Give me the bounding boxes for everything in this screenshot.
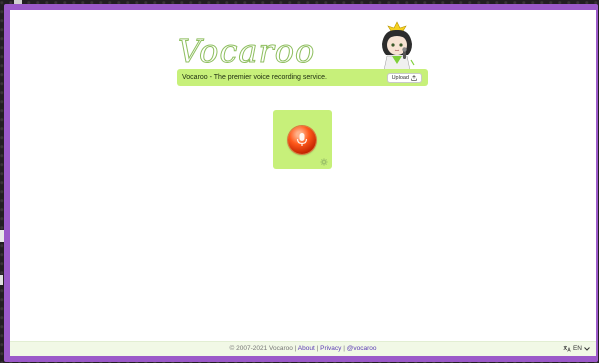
chevron-down-icon <box>584 346 590 351</box>
vocaroo-logo[interactable]: Vocaroo <box>177 32 315 71</box>
footer-links: © 2007-2021 Vocaroo | About | Privacy | … <box>10 345 596 352</box>
tagline-text: Vocaroo - The premier voice recording se… <box>182 74 327 81</box>
mascot-illustration <box>382 21 415 76</box>
gear-icon[interactable] <box>320 158 328 166</box>
privacy-link[interactable]: Privacy <box>320 345 341 352</box>
footer: © 2007-2021 Vocaroo | About | Privacy | … <box>10 341 596 356</box>
desktop-fragment <box>0 275 3 285</box>
copyright-text: © 2007-2021 Vocaroo | <box>229 345 298 352</box>
language-selector[interactable]: EN <box>563 345 590 352</box>
about-link[interactable]: About <box>298 345 315 352</box>
language-label: EN <box>572 345 582 352</box>
recorder-panel <box>273 110 332 169</box>
upload-icon <box>411 74 417 81</box>
vocaroo-page: Vocaroo Vocaroo - The premier voice reco… <box>10 10 596 356</box>
browser-window-frame: Vocaroo Vocaroo - The premier voice reco… <box>4 4 598 362</box>
upload-label: Upload <box>391 74 409 81</box>
tagline-bar: Vocaroo - The premier voice recording se… <box>177 69 428 86</box>
translate-icon <box>563 345 571 352</box>
record-button[interactable] <box>288 126 316 154</box>
upload-button[interactable]: Upload <box>386 72 422 83</box>
microphone-icon <box>296 133 308 146</box>
twitter-link[interactable]: @vocaroo <box>347 345 377 352</box>
